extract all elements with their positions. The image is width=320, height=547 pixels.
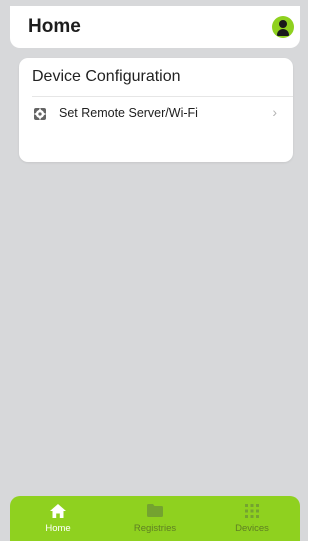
home-screen: Home Device Configuration Set Remote Ser… xyxy=(0,0,308,547)
user-icon-body xyxy=(277,29,289,36)
tab-devices[interactable]: Devices xyxy=(212,496,292,541)
page-title: Home xyxy=(28,16,81,37)
folder-icon xyxy=(147,504,163,517)
grid-icon xyxy=(245,504,259,518)
tab-devices-label: Devices xyxy=(235,523,269,534)
tab-home[interactable]: Home xyxy=(18,496,98,541)
tab-home-label: Home xyxy=(45,523,71,534)
app-header: Home xyxy=(10,6,300,48)
tab-registries-label: Registries xyxy=(133,523,177,534)
bottom-tab-bar: Home Registries Devices xyxy=(10,496,300,541)
user-icon xyxy=(279,20,287,28)
chevron-right-icon: › xyxy=(272,104,277,120)
set-remote-server-wifi-item[interactable]: Set Remote Server/Wi-Fi › xyxy=(19,98,293,130)
tab-registries[interactable]: Registries xyxy=(115,496,195,541)
device-configuration-card: Device Configuration Set Remote Server/W… xyxy=(19,58,293,162)
home-icon xyxy=(50,504,66,518)
card-title: Device Configuration xyxy=(32,68,181,85)
bottom-strip xyxy=(0,541,308,547)
gear-icon xyxy=(34,108,46,120)
row-label: Set Remote Server/Wi-Fi xyxy=(59,106,198,120)
card-divider xyxy=(32,96,293,97)
user-avatar-button[interactable] xyxy=(272,16,294,38)
